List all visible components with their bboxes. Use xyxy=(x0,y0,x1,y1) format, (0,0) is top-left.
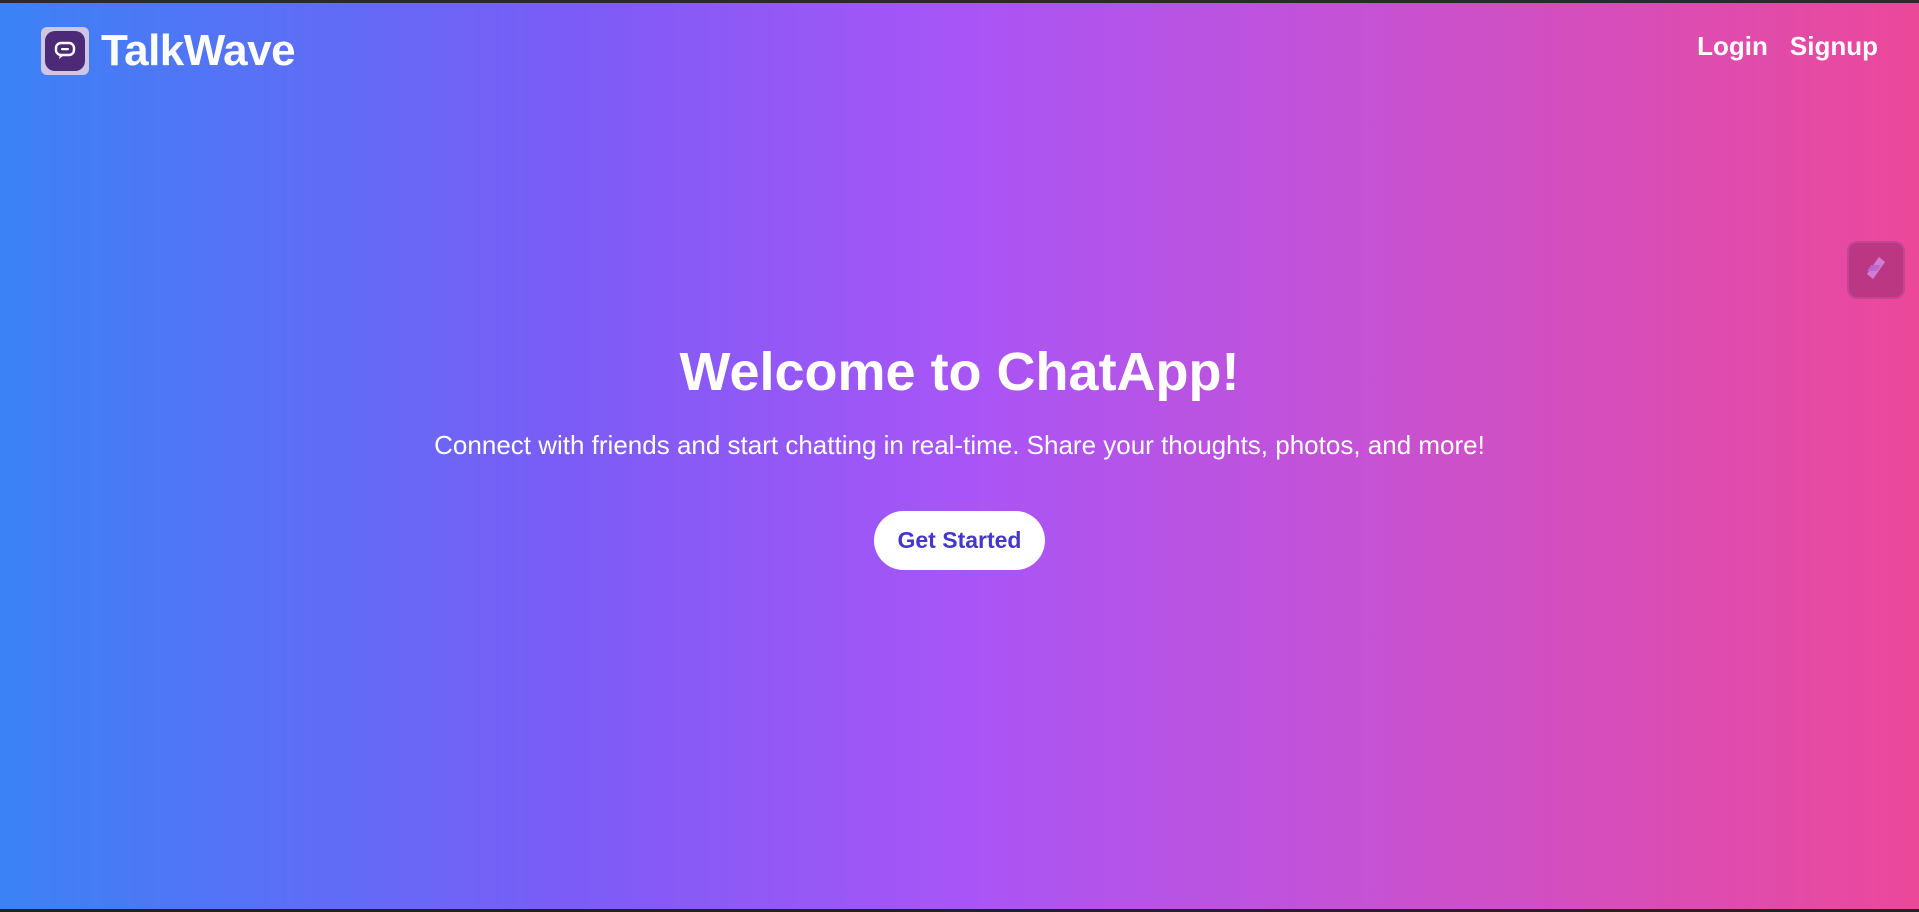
signup-link[interactable]: Signup xyxy=(1790,31,1878,62)
hero-title: Welcome to ChatApp! xyxy=(679,342,1240,402)
brand-link[interactable]: TalkWave xyxy=(41,26,296,75)
nav-links: Login Signup xyxy=(1697,31,1878,62)
login-link[interactable]: Login xyxy=(1697,31,1768,62)
landing-page: TalkWave Login Signup Welcome to ChatApp… xyxy=(0,0,1919,912)
hero-section: Welcome to ChatApp! Connect with friends… xyxy=(0,342,1919,571)
brand-name: TalkWave xyxy=(101,26,296,75)
logo xyxy=(41,27,89,75)
extension-icon xyxy=(1861,253,1891,288)
extension-widget-button[interactable] xyxy=(1847,241,1905,299)
hero-subtitle: Connect with friends and start chatting … xyxy=(434,430,1485,461)
navbar: TalkWave Login Signup xyxy=(0,3,1919,103)
chat-bubble-icon xyxy=(45,31,85,71)
get-started-button[interactable]: Get Started xyxy=(873,511,1046,571)
